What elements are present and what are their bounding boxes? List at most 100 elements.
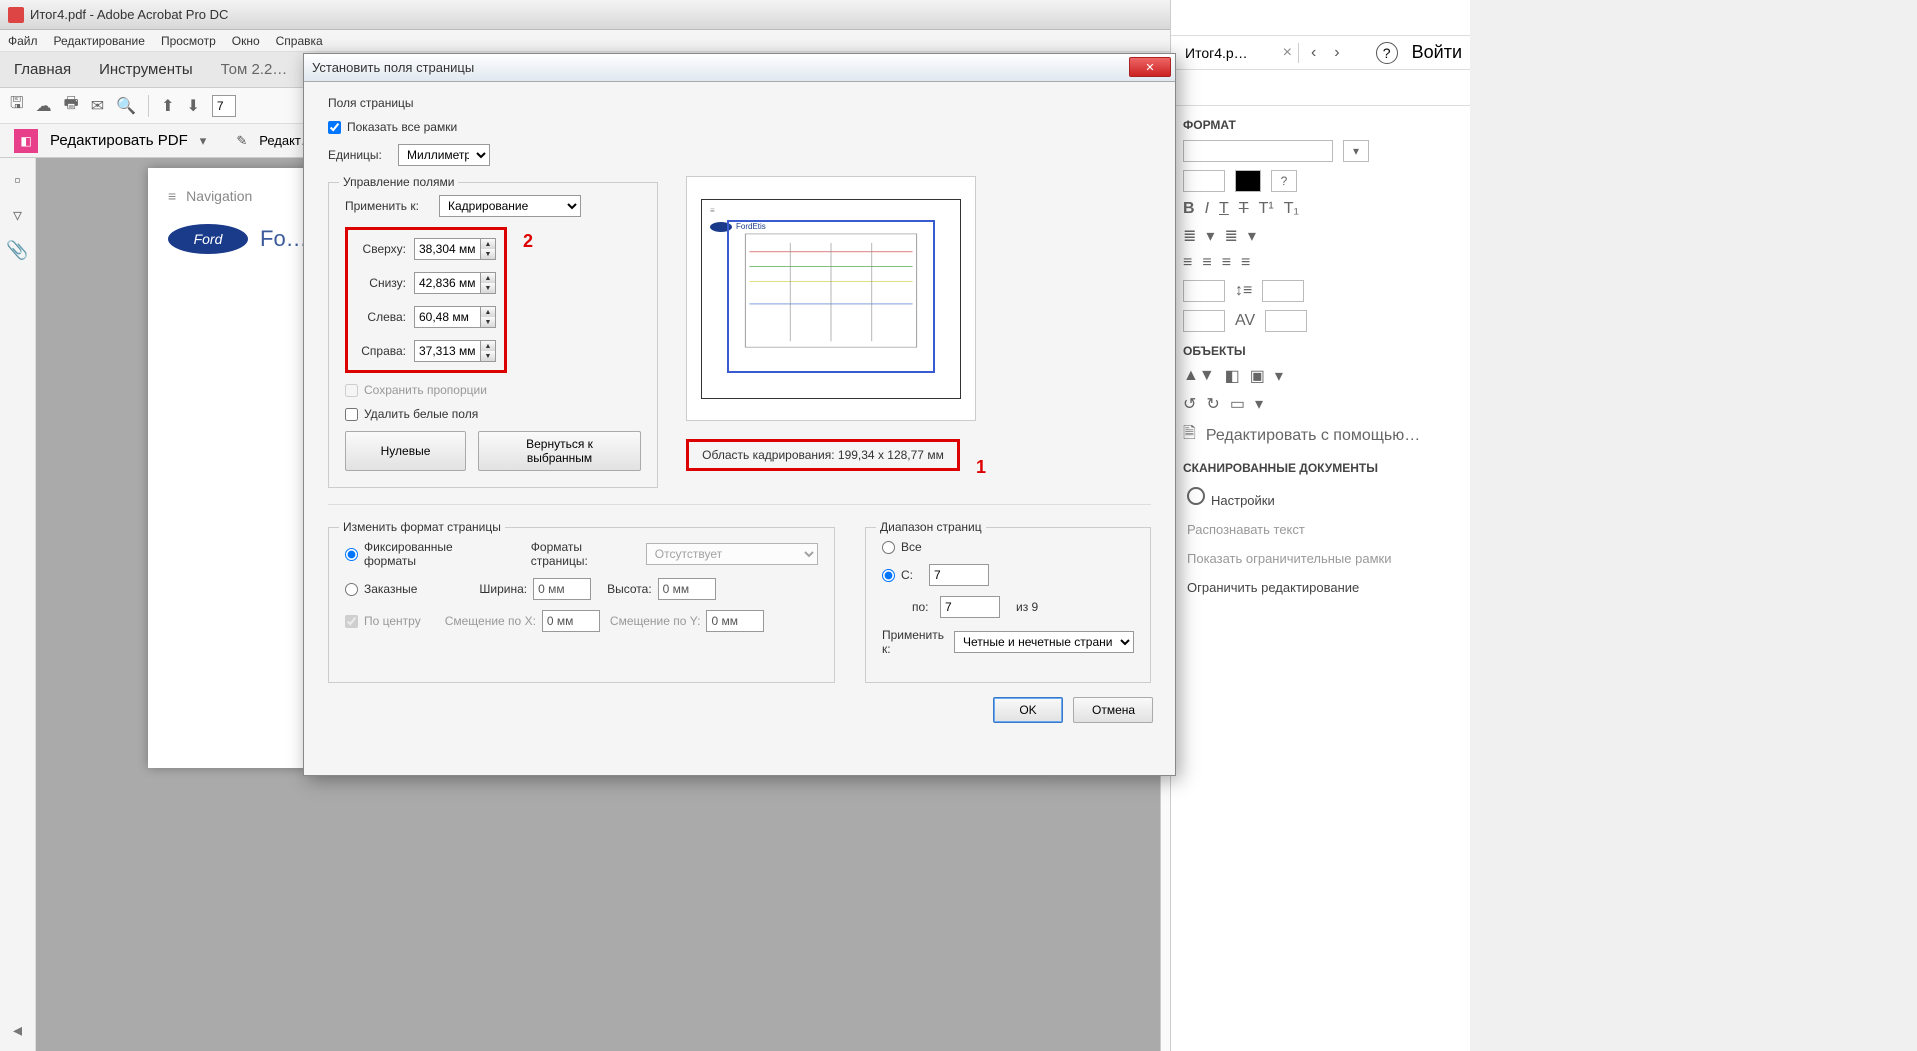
strike-icon[interactable]: T (1239, 200, 1249, 218)
mail-icon[interactable]: ✉ (91, 96, 104, 116)
show-bounds-link[interactable]: Показать ограничительные рамки (1187, 551, 1454, 566)
apply-range-select[interactable]: Четные и нечетные страницы (954, 631, 1134, 653)
expand-rail-icon[interactable]: ◂ (13, 1020, 22, 1041)
right-down[interactable]: ▼ (481, 351, 495, 361)
align-right-icon[interactable]: ≡ (1222, 254, 1231, 272)
set-page-boxes-dialog: Установить поля страницы ✕ Поля страницы… (303, 53, 1176, 776)
from-input[interactable] (929, 564, 989, 586)
to-input[interactable] (940, 596, 1000, 618)
italic-icon[interactable]: I (1205, 200, 1209, 218)
align-icon[interactable]: ▣ (1250, 366, 1265, 386)
margins-legend: Управление полями (339, 175, 458, 189)
tab-home[interactable]: Главная (0, 61, 85, 78)
top-input[interactable] (414, 238, 480, 260)
fixed-radio[interactable] (345, 548, 358, 561)
top-down[interactable]: ▼ (481, 249, 495, 259)
menu-window[interactable]: Окно (232, 34, 260, 48)
color-picker-icon[interactable]: ? (1271, 170, 1297, 192)
rotate-left-icon[interactable]: ↺ (1183, 394, 1196, 414)
tab-tools[interactable]: Инструменты (85, 61, 207, 78)
all-label: Все (901, 540, 922, 554)
right-up[interactable]: ▲ (481, 341, 495, 351)
save-icon[interactable]: 🖫 (10, 92, 24, 119)
list-number-icon[interactable]: ≣ (1224, 226, 1237, 246)
font-combo[interactable] (1183, 140, 1333, 162)
dialog-close-button[interactable]: ✕ (1129, 57, 1171, 77)
tab-next-icon[interactable]: › (1328, 42, 1345, 64)
align-justify-icon[interactable]: ≡ (1241, 254, 1250, 272)
top-up[interactable]: ▲ (481, 239, 495, 249)
edit-with-link[interactable]: Редактировать с помощью… (1206, 427, 1420, 445)
restrict-edit-link[interactable]: Ограничить редактирование (1187, 580, 1454, 595)
page-formats-select[interactable]: Отсутствует (646, 543, 818, 565)
of-label: из 9 (1016, 600, 1038, 614)
right-label: Справа: (356, 344, 406, 358)
search-icon[interactable]: 🔍 (116, 96, 136, 116)
page-up-icon[interactable]: ⬆ (161, 96, 174, 116)
menu-view[interactable]: Просмотр (161, 34, 216, 48)
help-icon[interactable]: ? (1376, 42, 1398, 64)
line-height-icon[interactable]: ↕≡ (1235, 282, 1252, 300)
spacing-combo-1[interactable] (1183, 280, 1225, 302)
align-center-icon[interactable]: ≡ (1202, 254, 1211, 272)
custom-radio[interactable] (345, 583, 358, 596)
indent-combo-2[interactable] (1265, 310, 1307, 332)
font-opts-icon[interactable]: ▾ (1343, 140, 1369, 162)
left-up[interactable]: ▲ (481, 307, 495, 317)
revert-button[interactable]: Вернуться к выбранным (478, 431, 641, 471)
underline-icon[interactable]: T (1219, 200, 1229, 218)
all-radio[interactable] (882, 541, 895, 554)
zero-button[interactable]: Нулевые (345, 431, 466, 471)
superscript-icon[interactable]: T¹ (1259, 200, 1274, 218)
bottom-up[interactable]: ▲ (481, 273, 495, 283)
frame-icon[interactable]: ▭ (1230, 394, 1245, 414)
subscript-icon[interactable]: T₁ (1284, 200, 1299, 218)
doc-tab-1[interactable]: Том 2.2… (207, 55, 302, 84)
bottom-input[interactable] (414, 272, 480, 294)
bottom-down[interactable]: ▼ (481, 283, 495, 293)
menu-help[interactable]: Справка (276, 34, 323, 48)
recognize-text-link[interactable]: Распознавать текст (1187, 522, 1454, 537)
rotate-right-icon[interactable]: ↻ (1206, 394, 1219, 414)
close-tab-icon[interactable]: × (1283, 44, 1292, 62)
left-down[interactable]: ▼ (481, 317, 495, 327)
color-swatch[interactable] (1235, 170, 1261, 192)
from-radio[interactable] (882, 569, 895, 582)
right-input[interactable] (414, 340, 480, 362)
page-number-input[interactable] (212, 95, 236, 117)
edit-pdf-label: Редактировать PDF (50, 132, 188, 149)
file-icon: 🗎 (1183, 422, 1196, 449)
bookmark-icon[interactable]: ▿ (13, 205, 22, 226)
edit-text-icon[interactable]: ✎ (236, 133, 247, 149)
menu-file[interactable]: Файл (8, 34, 38, 48)
units-select[interactable]: Миллиметры (398, 144, 490, 166)
align-left-icon[interactable]: ≡ (1183, 254, 1192, 272)
bold-icon[interactable]: B (1183, 200, 1195, 218)
indent-combo-1[interactable] (1183, 310, 1225, 332)
page-range-fieldset: Диапазон страниц Все С: по: из 9 Примени… (865, 527, 1151, 683)
cancel-button[interactable]: Отмена (1073, 697, 1153, 723)
remove-white-checkbox[interactable] (345, 408, 358, 421)
print-icon[interactable]: 🖶 (64, 92, 79, 119)
left-input[interactable] (414, 306, 480, 328)
attachment-icon[interactable]: 📎 (6, 240, 28, 261)
login-link[interactable]: Войти (1412, 42, 1462, 63)
size-combo[interactable] (1183, 170, 1225, 192)
kerning-icon[interactable]: AV (1235, 312, 1255, 330)
settings-link[interactable]: Настройки (1211, 493, 1275, 508)
page-down-icon[interactable]: ⬇ (186, 96, 199, 116)
page-formats-label: Форматы страницы: (531, 540, 640, 568)
menu-edit[interactable]: Редактирование (54, 34, 145, 48)
tab-prev-icon[interactable]: ‹ (1305, 42, 1322, 64)
ok-button[interactable]: OK (993, 697, 1063, 723)
show-frames-checkbox[interactable] (328, 121, 341, 134)
dialog-titlebar[interactable]: Установить поля страницы ✕ (304, 54, 1175, 82)
active-doc-tab[interactable]: Итог4.p… (1179, 45, 1273, 61)
apply-to-select[interactable]: Кадрирование (439, 195, 581, 217)
pages-icon[interactable]: ▫ (14, 170, 20, 191)
mirror-icon[interactable]: ▲▼ (1183, 367, 1215, 385)
spacing-combo-2[interactable] (1262, 280, 1304, 302)
cloud-icon[interactable]: ☁ (36, 96, 52, 116)
crop-obj-icon[interactable]: ◧ (1225, 366, 1240, 386)
list-bullet-icon[interactable]: ≣ (1183, 226, 1196, 246)
